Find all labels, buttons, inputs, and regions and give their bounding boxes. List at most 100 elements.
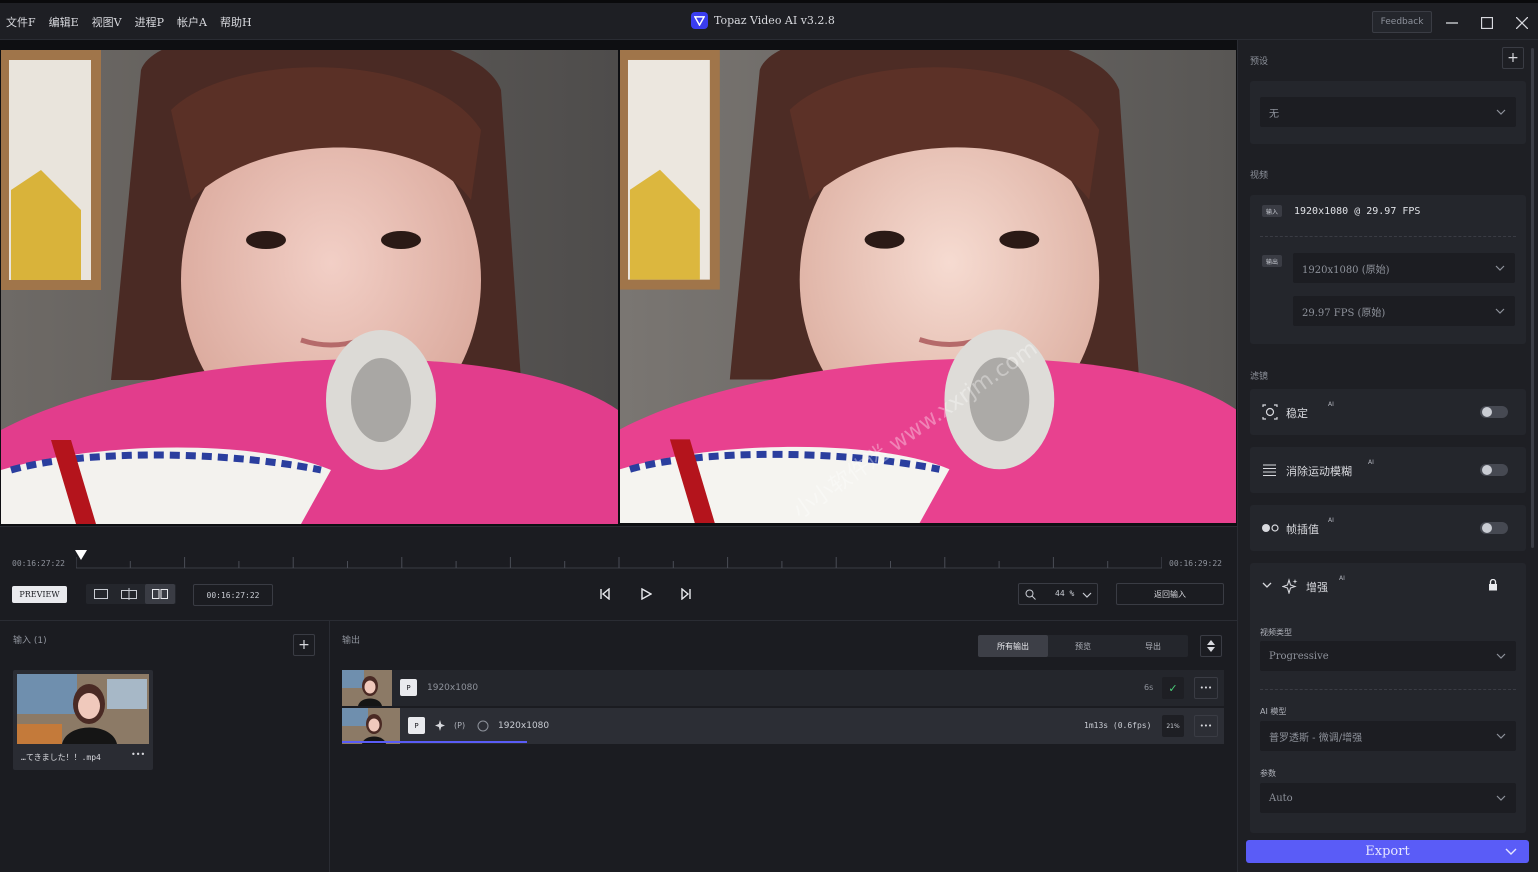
tab-all-outputs[interactable]: 所有输出: [978, 635, 1048, 657]
preset-section-label: 预设: [1250, 57, 1269, 67]
tab-preview[interactable]: 预览: [1048, 635, 1118, 657]
timeline-start-time: 00:16:27:22: [12, 559, 65, 568]
lock-icon[interactable]: [1488, 579, 1498, 591]
menu-bar: 文件F 编辑E 视图V 进程P 帐户A 帮助H: [6, 14, 265, 30]
output-panel: 输出 所有输出 预览 导出 P 1920x1080 6s ✓ ••• P (P)…: [330, 620, 1237, 872]
output-progress-bar: [342, 741, 527, 743]
motion-deblur-toggle[interactable]: [1480, 464, 1508, 476]
frame-interpolation-toggle[interactable]: [1480, 522, 1508, 534]
menu-view[interactable]: 视图V: [92, 14, 122, 30]
single-view-icon[interactable]: [88, 584, 114, 604]
stabilization-toggle[interactable]: [1480, 406, 1508, 418]
ai-model-label: AI 模型: [1260, 707, 1287, 716]
output-fps-value: 29.97 FPS (原始): [1302, 307, 1386, 319]
menu-edit[interactable]: 编辑E: [49, 14, 79, 30]
video-frame-original: [1, 50, 618, 524]
topaz-logo-icon: [691, 12, 708, 29]
original-preview-pane[interactable]: [1, 50, 618, 524]
menu-account[interactable]: 帐户A: [177, 14, 207, 30]
output-more-button[interactable]: •••: [1194, 715, 1218, 737]
progress-percent: 21%: [1162, 715, 1184, 737]
video-type-value: Progressive: [1269, 650, 1329, 662]
feedback-button[interactable]: Feedback: [1372, 11, 1432, 33]
input-file-thumbnail: [17, 674, 149, 744]
side-by-side-view-icon[interactable]: [145, 584, 175, 604]
playhead-handle[interactable]: [75, 550, 87, 562]
preview-button[interactable]: PREVIEW: [12, 586, 67, 603]
chevron-down-icon: [1495, 308, 1505, 314]
timeline-scrubber[interactable]: [76, 555, 1162, 569]
maximize-icon[interactable]: [1475, 11, 1499, 35]
sort-button[interactable]: [1200, 635, 1222, 657]
export-label: Export: [1365, 844, 1410, 859]
output-row-processing[interactable]: P (P) 1920x1080 1m13s (0.6fps) 21% •••: [342, 708, 1224, 744]
close-icon[interactable]: [1510, 11, 1534, 35]
filter-motion-deblur[interactable]: 消除运动模糊 AI: [1250, 447, 1526, 493]
output-more-button[interactable]: •••: [1194, 677, 1218, 699]
add-input-button[interactable]: +: [293, 634, 315, 656]
preset-select[interactable]: 无: [1260, 97, 1516, 127]
output-badge: P: [400, 679, 417, 696]
output-fps-select[interactable]: 29.97 FPS (原始): [1293, 296, 1515, 326]
ai-model-select[interactable]: 普罗透斯 - 微调/增强: [1260, 721, 1516, 751]
output-resolution-value: 1920x1080 (原始): [1302, 264, 1390, 276]
input-badge: 输入: [1262, 205, 1282, 217]
output-eta: 1m13s (0.6fps): [1084, 721, 1152, 730]
menu-file[interactable]: 文件F: [6, 14, 36, 30]
preset-value: 无: [1269, 108, 1279, 120]
menu-process[interactable]: 进程P: [135, 14, 164, 30]
output-resolution-select[interactable]: 1920x1080 (原始): [1293, 253, 1515, 283]
zoom-control[interactable]: 44 %: [1018, 583, 1098, 605]
sparkle-icon: [435, 720, 445, 731]
check-icon: ✓: [1162, 677, 1184, 699]
current-time-display[interactable]: 00:16:27:22: [193, 584, 273, 606]
add-preset-button[interactable]: +: [1502, 47, 1524, 69]
timeline-end-time: 00:16:29:22: [1169, 559, 1222, 568]
output-resolution: 1920x1080: [427, 683, 479, 693]
chevron-down-icon[interactable]: [1262, 582, 1272, 590]
ai-model-value: 普罗透斯 - 微调/增强: [1269, 732, 1363, 744]
frame-interpolation-icon: [1262, 524, 1279, 532]
stabilize-icon: [1262, 404, 1278, 420]
preset-card: 无: [1250, 81, 1526, 144]
params-label: 参数: [1260, 769, 1276, 778]
filter-frame-interpolation[interactable]: 帧插值 AI: [1250, 505, 1526, 551]
enhancement-card: 增强 AI 视频类型 Progressive AI 模型 普罗透斯 - 微调/增…: [1250, 563, 1526, 833]
zoom-value: 44 %: [1055, 589, 1075, 598]
enhanced-preview-pane[interactable]: 小小软件迷 www.xxrjm.com: [620, 50, 1236, 524]
chevron-down-icon[interactable]: [1505, 848, 1517, 856]
filters-section-label: 滤镜: [1250, 372, 1269, 382]
video-card: 输入 1920x1080 @ 29.97 FPS 输出 1920x1080 (原…: [1250, 195, 1526, 344]
input-file-card[interactable]: …てきました！！.mp4 •••: [13, 670, 153, 770]
filter-label: 消除运动模糊: [1286, 465, 1352, 478]
chevron-down-icon: [1082, 592, 1092, 598]
input-panel-title: 输入 (1): [13, 636, 47, 646]
output-badge: P: [408, 717, 425, 734]
minimize-icon[interactable]: [1440, 11, 1464, 35]
preview-area: 小小软件迷 www.xxrjm.com: [0, 40, 1237, 526]
chevron-down-icon: [1495, 265, 1505, 271]
play-icon[interactable]: [636, 584, 656, 604]
processing-circle-icon: [477, 720, 489, 732]
input-file-more-button[interactable]: •••: [131, 750, 145, 759]
app-title-text: Topaz Video AI v3.2.8: [714, 14, 835, 27]
return-to-input-button[interactable]: 返回输入: [1116, 583, 1224, 605]
ai-badge: AI: [1368, 459, 1374, 466]
video-type-select[interactable]: Progressive: [1260, 641, 1516, 671]
params-select[interactable]: Auto: [1260, 783, 1516, 813]
next-frame-icon[interactable]: [675, 584, 695, 604]
title-bar: 文件F 编辑E 视图V 进程P 帐户A 帮助H Topaz Video AI v…: [0, 0, 1538, 40]
zoom-icon: [1025, 589, 1036, 600]
ai-badge: AI: [1339, 575, 1345, 582]
tab-export[interactable]: 导出: [1118, 635, 1188, 657]
menu-help[interactable]: 帮助H: [220, 14, 252, 30]
filter-stabilization[interactable]: 稳定 AI: [1250, 389, 1526, 435]
input-info: 1920x1080 @ 29.97 FPS: [1294, 206, 1421, 217]
output-row[interactable]: P 1920x1080 6s ✓ •••: [342, 670, 1224, 706]
settings-scrollbar[interactable]: [1531, 48, 1534, 548]
enhancement-label: 增强: [1306, 581, 1328, 594]
split-view-icon[interactable]: [116, 584, 142, 604]
previous-frame-icon[interactable]: [596, 584, 616, 604]
export-button[interactable]: Export: [1246, 840, 1529, 863]
output-enhance-tag: (P): [454, 721, 466, 730]
